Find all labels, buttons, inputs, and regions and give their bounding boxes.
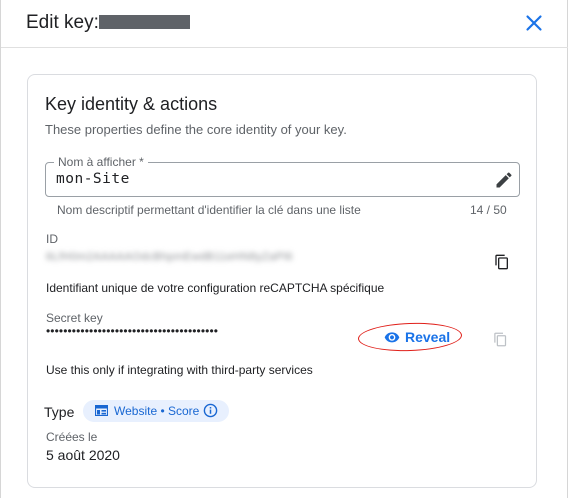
redacted-key-name (99, 15, 190, 29)
secret-key-masked: •••••••••••••••••••••••••••••••••••••••• (46, 324, 219, 338)
card-subtitle: These properties define the core identit… (45, 122, 347, 137)
card-title: Key identity & actions (45, 94, 218, 114)
copy-secret-icon[interactable] (493, 332, 508, 347)
dialog-header: Edit key: (1, 0, 568, 48)
type-chip[interactable]: Website • Score (83, 400, 229, 422)
reveal-label: Reveal (405, 329, 451, 345)
display-name-hint: Nom descriptif permettant d'identifier l… (57, 203, 361, 217)
display-name-label: Nom à afficher * (54, 155, 148, 169)
display-name-field[interactable]: Nom à afficher * (45, 155, 520, 197)
dialog-title: Edit key: (26, 12, 99, 33)
close-icon[interactable] (521, 10, 547, 36)
eye-icon (384, 332, 400, 343)
char-counter: 14 / 50 (470, 203, 507, 217)
copy-id-icon[interactable] (494, 254, 510, 270)
edit-key-dialog: Edit key: Key identity & actions These p… (0, 0, 568, 498)
created-date: 5 août 2020 (46, 447, 120, 463)
type-chip-label: Website • Score (114, 404, 200, 418)
display-name-input[interactable] (56, 171, 476, 187)
key-identity-card: Key identity & actions These properties … (27, 74, 537, 488)
id-value: 6LfH0m2AAAAAOdcBhpmEwdB11eHN8yZaPl6 (46, 251, 293, 263)
created-label: Créées le (46, 430, 98, 444)
web-icon (95, 405, 108, 416)
secret-key-label: Secret key (46, 311, 103, 325)
secret-key-description: Use this only if integrating with third-… (46, 363, 313, 377)
info-icon[interactable] (203, 403, 218, 418)
pencil-icon[interactable] (494, 170, 514, 190)
type-label: Type (44, 404, 75, 420)
id-label: ID (46, 232, 58, 246)
id-description: Identifiant unique de votre configuratio… (46, 281, 385, 295)
reveal-button[interactable]: Reveal (357, 321, 463, 353)
